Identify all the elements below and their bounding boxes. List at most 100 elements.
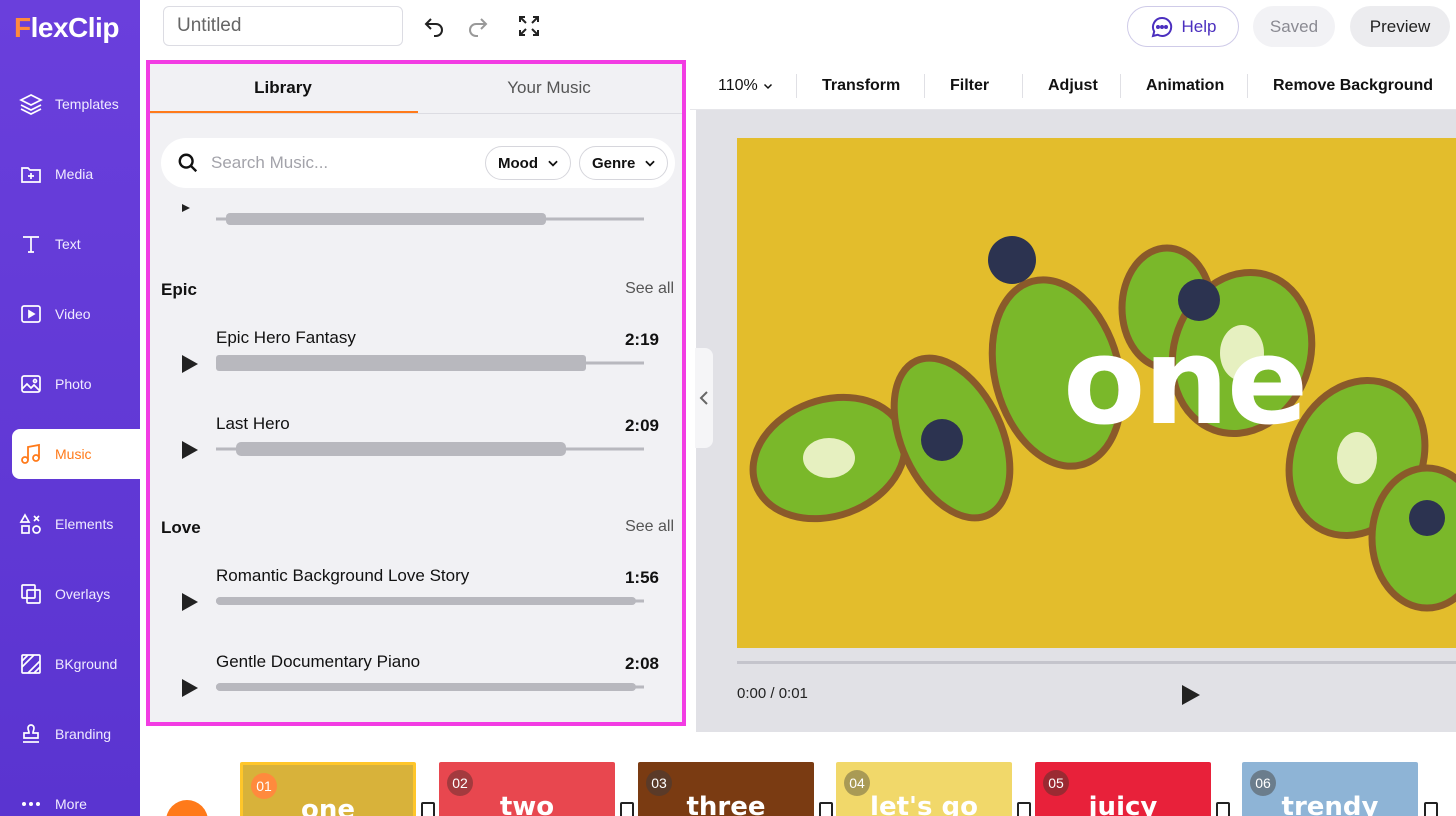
divider: [1120, 74, 1121, 98]
chat-icon: [1151, 16, 1172, 37]
sidebar-item-templates[interactable]: Templates: [12, 79, 140, 129]
playback-progress-bar[interactable]: [737, 661, 1456, 664]
waveform[interactable]: [216, 438, 644, 460]
divider: [924, 74, 925, 98]
brand-logo[interactable]: FlexClip: [14, 12, 119, 44]
flexclip-editor: FlexClip Templates Media Text Video Phot…: [0, 0, 1456, 816]
divider: [1247, 74, 1248, 98]
remove-background-button[interactable]: Remove Background: [1273, 60, 1433, 110]
tab-your-music[interactable]: Your Music: [416, 64, 682, 114]
sidebar-item-bkground[interactable]: BKground: [12, 639, 140, 689]
transition-icon[interactable]: [421, 802, 435, 816]
sidebar-item-video[interactable]: Video: [12, 289, 140, 339]
waveform[interactable]: [216, 208, 644, 230]
project-title-input[interactable]: [163, 6, 403, 46]
filter-button[interactable]: Filter: [950, 60, 989, 110]
sidebar-item-elements[interactable]: Elements: [12, 499, 140, 549]
transition-icon[interactable]: [1424, 802, 1438, 816]
chevron-down-icon: [764, 83, 773, 89]
adjust-button[interactable]: Adjust: [1048, 60, 1098, 110]
transition-icon[interactable]: [620, 802, 634, 816]
track-item[interactable]: Epic Hero Fantasy 2:19: [161, 328, 675, 408]
fullscreen-icon[interactable]: [517, 14, 541, 38]
scene-clip[interactable]: 03 three: [638, 762, 814, 816]
undo-icon[interactable]: [422, 14, 446, 38]
scene-clip[interactable]: 02 two: [439, 762, 615, 816]
mood-filter[interactable]: Mood: [485, 146, 571, 180]
play-icon[interactable]: [181, 354, 199, 374]
sidebar-item-media[interactable]: Media: [12, 149, 140, 199]
collapse-panel-tab[interactable]: [695, 348, 713, 448]
video-icon: [21, 305, 41, 323]
tab-library[interactable]: Library: [150, 64, 416, 114]
sidebar-item-label: Media: [55, 166, 94, 182]
divider: [796, 74, 797, 98]
scene-timeline: 01 one 02 two 03 three 04 let's go 05 ju…: [140, 732, 1456, 816]
zoom-select[interactable]: 110%: [718, 60, 774, 110]
waveform[interactable]: [216, 590, 644, 612]
track-item[interactable]: Romantic Background Love Story 1:56: [161, 566, 675, 646]
scene-clip[interactable]: 06 trendy: [1242, 762, 1418, 816]
stamp-icon: [23, 724, 39, 743]
scene-clip[interactable]: 04 let's go: [836, 762, 1012, 816]
sidebar: FlexClip Templates Media Text Video Phot…: [0, 0, 140, 816]
transition-icon[interactable]: [1216, 802, 1230, 816]
sidebar-item-text[interactable]: Text: [12, 219, 140, 269]
sidebar-item-overlays[interactable]: Overlays: [12, 569, 140, 619]
timeline-play-button[interactable]: [166, 800, 208, 816]
sidebar-item-label: Elements: [55, 516, 114, 532]
shapes-icon: [19, 513, 41, 534]
sidebar-item-label: Templates: [55, 96, 119, 112]
track-item[interactable]: Last Hero 2:09: [161, 414, 675, 494]
sidebar-item-label: Video: [55, 306, 91, 322]
sidebar-item-label: Text: [55, 236, 81, 252]
help-button[interactable]: Help: [1127, 6, 1239, 47]
photo-icon: [21, 375, 41, 393]
layers-icon: [19, 94, 43, 115]
stage-text-overlay[interactable]: one: [1063, 323, 1308, 443]
sidebar-item-label: More: [55, 796, 87, 812]
sidebar-item-branding[interactable]: Branding: [12, 709, 140, 759]
redo-icon[interactable]: [466, 14, 490, 38]
scene-caption: three: [686, 792, 766, 816]
scene-caption: let's go: [870, 792, 978, 816]
preview-button[interactable]: Preview: [1350, 6, 1450, 47]
sidebar-item-music[interactable]: Music: [12, 429, 140, 479]
play-icon[interactable]: [182, 204, 190, 212]
genre-filter[interactable]: Genre: [579, 146, 669, 180]
play-icon[interactable]: [1180, 683, 1202, 707]
track-item[interactable]: Gentle Documentary Piano 2:08: [161, 652, 675, 722]
transform-button[interactable]: Transform: [822, 60, 900, 110]
sidebar-item-label: Overlays: [55, 586, 111, 602]
sidebar-item-label: Photo: [55, 376, 92, 392]
chevron-down-icon: [548, 160, 558, 167]
folder-plus-icon: [21, 167, 41, 183]
play-icon[interactable]: [181, 678, 199, 698]
play-icon[interactable]: [181, 440, 199, 460]
sidebar-item-more[interactable]: More: [12, 779, 140, 816]
play-icon[interactable]: [181, 592, 199, 612]
scene-clip[interactable]: 05 juicy: [1035, 762, 1211, 816]
waveform[interactable]: [216, 676, 644, 698]
transition-icon[interactable]: [1017, 802, 1031, 816]
top-bar: Help Saved Preview: [140, 0, 1456, 56]
search-input[interactable]: [211, 148, 471, 178]
see-all-epic-link[interactable]: See all: [625, 280, 674, 298]
sidebar-item-label: BKground: [55, 656, 118, 672]
search-bar: Mood Genre: [161, 138, 675, 188]
sidebar-item-photo[interactable]: Photo: [12, 359, 140, 409]
video-stage[interactable]: one: [737, 138, 1456, 648]
more-icon: [22, 802, 40, 806]
scene-clip[interactable]: 01 one: [240, 762, 416, 816]
divider: [1022, 74, 1023, 98]
edit-toolbar: 110% Transform Filter Adjust Animation R…: [690, 60, 1456, 110]
music-icon: [21, 443, 40, 464]
transition-icon[interactable]: [819, 802, 833, 816]
scene-caption: one: [300, 795, 355, 816]
zoom-level: 110%: [718, 77, 758, 94]
animation-button[interactable]: Animation: [1146, 60, 1224, 110]
text-icon: [23, 236, 39, 253]
see-all-love-link[interactable]: See all: [625, 518, 674, 536]
track-duration: 2:19: [624, 330, 659, 349]
waveform[interactable]: [216, 352, 644, 374]
